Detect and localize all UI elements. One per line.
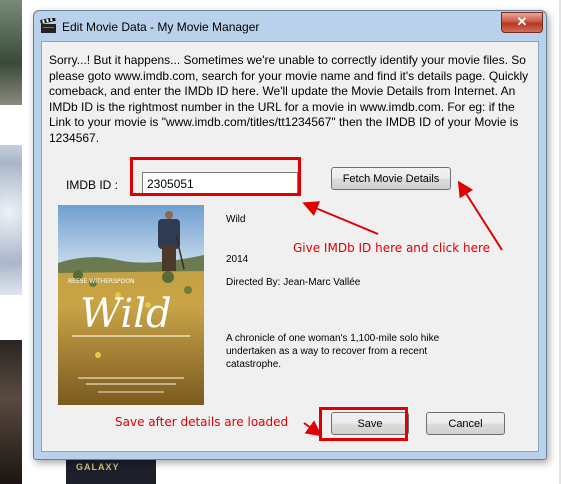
annotation-arrows [302, 180, 503, 437]
arrow-to-fetch-button [457, 180, 503, 251]
arrow-to-imdb-input [302, 201, 379, 235]
arrow-to-save-button [303, 420, 323, 437]
